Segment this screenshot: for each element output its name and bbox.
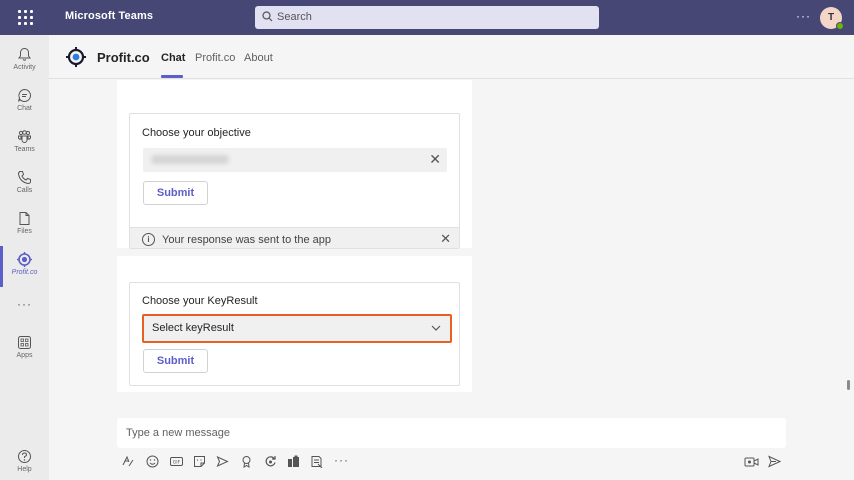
file-icon <box>19 212 30 225</box>
clear-selection-icon[interactable]: ✕ <box>429 151 441 168</box>
praise-icon[interactable] <box>240 455 253 468</box>
loop-icon[interactable] <box>264 455 277 468</box>
rail-item-help[interactable]: Help <box>0 443 49 480</box>
keyresult-card-title: Choose your KeyResult <box>142 295 258 307</box>
meet-icon[interactable] <box>216 455 229 468</box>
rail-item-calls[interactable]: Calls <box>0 164 49 205</box>
teams-icon <box>18 130 31 143</box>
more-options-button[interactable]: ··· <box>796 9 811 23</box>
compose-placeholder: Type a new message <box>126 427 230 439</box>
more-compose-options-button[interactable]: ··· <box>334 453 349 467</box>
info-icon: i <box>142 233 155 246</box>
objective-submit-button[interactable]: Submit <box>143 181 208 205</box>
keyresult-card: Choose your KeyResult Select keyResult S… <box>129 282 460 386</box>
app-name: Profit.co <box>97 50 150 65</box>
keyresult-select[interactable]: Select keyResult <box>142 314 452 343</box>
emoji-icon[interactable] <box>146 455 159 468</box>
rail-label: Files <box>17 228 32 235</box>
rail-label: Calls <box>16 187 33 194</box>
help-icon <box>18 450 31 463</box>
compose-box[interactable]: Type a new message <box>117 418 786 448</box>
rail-label: Activity <box>13 64 36 71</box>
keyresult-submit-button[interactable]: Submit <box>143 349 208 373</box>
rail-label: Apps <box>16 352 33 359</box>
rail-label: Chat <box>17 105 32 112</box>
sticker-icon[interactable] <box>193 455 206 468</box>
rail-item-chat[interactable]: Chat <box>0 82 49 123</box>
profitco-logo-icon <box>66 47 86 67</box>
rail-label: Profit.co <box>11 269 38 276</box>
apps-icon <box>18 336 31 349</box>
title-bar: Microsoft Teams Search ··· T <box>0 0 854 35</box>
tab-about[interactable]: About <box>244 52 273 64</box>
meet-now-icon[interactable] <box>744 455 760 468</box>
objective-card-title: Choose your objective <box>142 127 251 139</box>
rail-item-profitco[interactable]: Profit.co <box>0 246 49 287</box>
app-title: Microsoft Teams <box>65 10 154 22</box>
gif-icon[interactable]: GIF <box>170 455 183 468</box>
svg-text:GIF: GIF <box>173 460 181 466</box>
left-rail: Activity Chat Teams Calls Files Profit.c… <box>0 35 49 480</box>
chat-icon <box>18 88 31 102</box>
more-apps-button[interactable]: ··· <box>17 297 32 311</box>
objective-select[interactable]: ✕ <box>143 148 447 172</box>
rail-label: Help <box>17 466 32 473</box>
objective-card: Choose your objective ✕ Submit i Your re… <box>129 113 460 249</box>
response-notice: i Your response was sent to the app ✕ <box>130 227 459 248</box>
app-header: Profit.co Chat Profit.co About <box>49 35 854 79</box>
app-launcher-icon[interactable] <box>17 9 33 25</box>
chevron-down-icon <box>431 325 441 331</box>
active-tab-indicator <box>161 75 183 78</box>
search-icon <box>262 11 273 22</box>
scrollbar-thumb[interactable] <box>847 380 850 390</box>
search-box[interactable]: Search <box>255 6 599 29</box>
rail-item-teams[interactable]: Teams <box>0 123 49 164</box>
phone-icon <box>17 171 31 185</box>
profitco-icon <box>17 252 32 267</box>
search-placeholder: Search <box>277 11 312 23</box>
rail-label: Teams <box>14 146 35 153</box>
rail-item-activity[interactable]: Activity <box>0 41 49 82</box>
rail-item-apps[interactable]: Apps <box>0 329 49 370</box>
tab-profitco[interactable]: Profit.co <box>195 52 235 64</box>
stream-icon[interactable] <box>310 455 323 468</box>
dismiss-notice-icon[interactable]: ✕ <box>440 231 451 247</box>
response-notice-text: Your response was sent to the app <box>162 234 331 246</box>
apps-icon[interactable] <box>287 455 300 468</box>
rail-item-files[interactable]: Files <box>0 205 49 246</box>
presence-status-icon <box>836 22 844 30</box>
bell-icon <box>18 47 31 61</box>
tab-chat[interactable]: Chat <box>161 52 185 64</box>
blurred-objective-value <box>151 155 229 164</box>
keyresult-select-value: Select keyResult <box>152 322 234 334</box>
format-icon[interactable] <box>122 455 135 468</box>
send-icon[interactable] <box>768 455 781 468</box>
